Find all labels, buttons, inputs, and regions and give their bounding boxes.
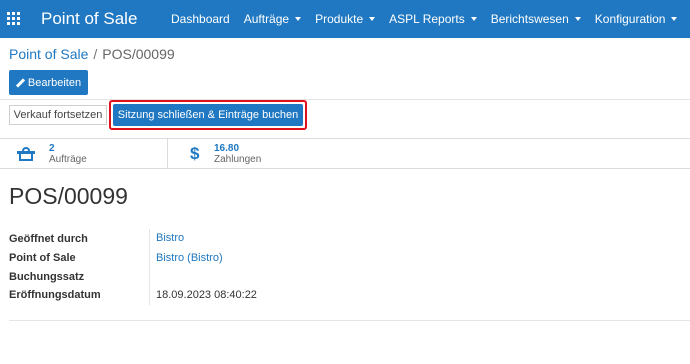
resume-sale-label: Verkauf fortsetzen — [13, 109, 103, 121]
field-label-opening-date: Eröffnungsdatum — [9, 289, 101, 301]
basket-icon — [17, 147, 35, 161]
menu-produkte-label: Produkte — [315, 12, 364, 26]
orders-label: Aufträge — [49, 154, 87, 165]
chevron-down-icon — [369, 17, 376, 21]
field-separator — [149, 229, 150, 305]
menu-dashboard[interactable]: Dashboard — [171, 12, 230, 26]
payments-stat-button[interactable]: $ 16.80 Zahlungen — [190, 139, 261, 169]
stat-separator — [167, 139, 168, 169]
dollar-icon: $ — [190, 144, 200, 163]
field-label-opened-by: Geöffnet durch — [9, 233, 88, 245]
record-title: POS/00099 — [9, 183, 128, 209]
chevron-down-icon — [574, 17, 581, 21]
chevron-down-icon — [295, 17, 302, 21]
orders-stat-button[interactable]: 2 Aufträge — [17, 139, 87, 169]
field-label-journal-entry: Buchungssatz — [9, 271, 85, 283]
menu-auftraege[interactable]: Aufträge — [243, 12, 302, 26]
resume-sale-button[interactable]: Verkauf fortsetzen — [9, 105, 107, 125]
close-session-button[interactable]: Sitzung schließen & Einträge buchen — [113, 104, 303, 126]
breadcrumb-separator: / — [93, 46, 98, 62]
edit-button[interactable]: Bearbeiten — [9, 70, 88, 95]
chevron-down-icon — [470, 17, 477, 21]
chevron-down-icon — [671, 17, 678, 21]
field-value-point-of-sale-link[interactable]: Bistro (Bistro) — [156, 252, 223, 264]
breadcrumb: Point of Sale / POS/00099 — [9, 46, 175, 62]
orders-count: 2 — [49, 143, 55, 154]
menu-konfiguration[interactable]: Konfiguration — [595, 12, 678, 26]
menu-aspl-reports[interactable]: ASPL Reports — [389, 12, 477, 26]
top-navbar: Point of Sale Dashboard Aufträge Produkt… — [0, 0, 690, 38]
apps-grid-icon[interactable] — [7, 12, 20, 25]
main-menu: Dashboard Aufträge Produkte ASPL Reports… — [171, 12, 690, 26]
menu-berichtswesen-label: Berichtswesen — [490, 12, 569, 26]
divider — [0, 99, 690, 100]
field-label-point-of-sale: Point of Sale — [9, 252, 76, 264]
breadcrumb-current: POS/00099 — [102, 46, 175, 62]
payments-label: Zahlungen — [214, 154, 262, 165]
field-value-opening-date: 18.09.2023 08:40:22 — [156, 289, 257, 301]
pencil-icon — [16, 79, 24, 87]
menu-aspl-reports-label: ASPL Reports — [389, 12, 465, 26]
app-brand[interactable]: Point of Sale — [41, 9, 137, 29]
divider — [9, 320, 690, 321]
payments-amount: 16.80 — [214, 143, 240, 154]
menu-konfiguration-label: Konfiguration — [594, 12, 666, 26]
menu-berichtswesen[interactable]: Berichtswesen — [491, 12, 581, 26]
field-value-opened-by-link[interactable]: Bistro — [156, 232, 184, 244]
edit-button-label: Bearbeiten — [27, 76, 82, 89]
menu-dashboard-label: Dashboard — [171, 12, 230, 26]
breadcrumb-parent-link[interactable]: Point of Sale — [9, 46, 88, 62]
menu-auftraege-label: Aufträge — [243, 12, 290, 26]
stat-bar: 2 Aufträge $ 16.80 Zahlungen — [0, 139, 690, 169]
close-session-label: Sitzung schließen & Einträge buchen — [117, 109, 299, 121]
menu-produkte[interactable]: Produkte — [315, 12, 376, 26]
